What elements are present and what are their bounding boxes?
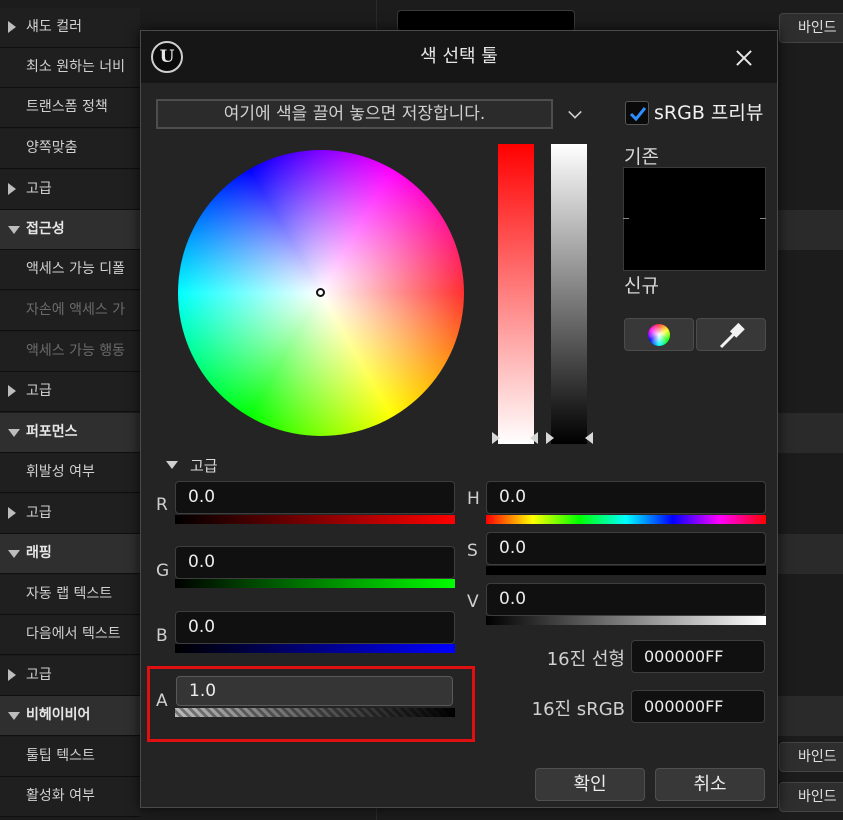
channel-g-label: G xyxy=(156,561,170,581)
category-behavior[interactable]: 비헤이비어 xyxy=(0,696,140,736)
value-slider-handle-left[interactable] xyxy=(546,432,554,444)
blue-value-field[interactable]: 0.0 xyxy=(175,611,455,644)
property-row-accessible-behavior: 액세스 가능 행동 xyxy=(0,332,140,372)
hue-channel-slider[interactable] xyxy=(486,515,766,524)
advanced-toggle-label[interactable]: 고급 xyxy=(190,455,218,476)
red-value-field[interactable]: 0.0 xyxy=(175,481,455,514)
preview-divider-tick xyxy=(760,218,766,219)
category-wrapping[interactable]: 래핑 xyxy=(0,534,140,574)
value-slider-handle-right[interactable] xyxy=(585,432,593,444)
new-color-label: 신규 xyxy=(624,275,659,297)
category-band xyxy=(776,413,843,453)
alpha-channel-slider[interactable] xyxy=(175,708,455,717)
channel-b-label: B xyxy=(156,626,168,646)
channel-s-label: S xyxy=(467,541,478,561)
property-list: 섀도 컬러 최소 원하는 너비 트랜스폼 정책 양쪽맞춤 고급 접근성 액세스 … xyxy=(0,0,140,820)
bind-button[interactable]: 바인드 xyxy=(779,782,843,812)
collapse-arrow-icon[interactable] xyxy=(8,429,20,437)
value-value-field[interactable]: 0.0 xyxy=(486,583,766,616)
category-band xyxy=(776,534,843,574)
hex-srgb-label: 16진 sRGB xyxy=(531,699,625,720)
value-slider[interactable] xyxy=(551,144,587,444)
expand-arrow-icon[interactable] xyxy=(8,21,16,33)
expand-arrow-icon[interactable] xyxy=(8,183,16,195)
alpha-gradient-overlay xyxy=(175,708,455,717)
value-channel-slider[interactable] xyxy=(486,616,766,625)
saturation-value-field[interactable]: 0.0 xyxy=(486,532,766,565)
hex-linear-field[interactable]: 000000FF xyxy=(631,640,765,673)
green-value-field[interactable]: 0.0 xyxy=(175,546,455,579)
expand-arrow-icon[interactable] xyxy=(8,669,16,681)
green-channel-slider[interactable] xyxy=(175,579,455,588)
ok-button[interactable]: 확인 xyxy=(535,768,645,801)
channel-h-label: H xyxy=(467,489,480,509)
hex-linear-label: 16진 선형 xyxy=(546,649,625,670)
color-wheel-selector[interactable] xyxy=(316,288,325,297)
property-row-min-desired-width[interactable]: 최소 원하는 너비 xyxy=(0,48,140,88)
color-wheel-icon xyxy=(648,324,670,346)
channel-r-label: R xyxy=(156,495,168,515)
property-row-children-accessible: 자손에 액세스 가 xyxy=(0,291,140,331)
alpha-value-field[interactable]: 1.0 xyxy=(176,676,453,706)
property-row-is-volatile[interactable]: 휘발성 여부 xyxy=(0,453,140,493)
srgb-preview-checkbox[interactable] xyxy=(625,101,649,125)
saturation-slider[interactable] xyxy=(498,144,534,444)
collapse-arrow-icon[interactable] xyxy=(8,712,20,720)
saturation-slider-handle-left[interactable] xyxy=(492,432,500,444)
property-row-advanced[interactable]: 고급 xyxy=(0,656,140,696)
chevron-down-icon[interactable] xyxy=(568,105,582,119)
unreal-logo-icon: U xyxy=(151,41,183,73)
expand-arrow-icon[interactable] xyxy=(8,507,16,519)
bind-button[interactable]: 바인드 xyxy=(779,742,843,772)
property-row-tooltip-text[interactable]: 툴팁 텍스트 xyxy=(0,737,140,777)
advanced-collapse-icon[interactable] xyxy=(166,461,178,469)
channel-a-label: A xyxy=(156,691,168,711)
property-row-wrap-text-at[interactable]: 다음에서 텍스트 xyxy=(0,615,140,655)
saturation-channel-slider[interactable] xyxy=(486,566,766,575)
property-row-shadow-color[interactable]: 섀도 컬러 xyxy=(0,8,140,48)
hue-value-field[interactable]: 0.0 xyxy=(486,481,766,514)
category-accessibility[interactable]: 접근성 xyxy=(0,210,140,250)
expand-arrow-icon[interactable] xyxy=(8,385,16,397)
collapse-arrow-icon[interactable] xyxy=(8,226,20,234)
shadow-color-swatch[interactable] xyxy=(397,10,575,32)
property-row-advanced[interactable]: 고급 xyxy=(0,170,140,210)
saturation-slider-handle-right[interactable] xyxy=(530,432,538,444)
collapse-arrow-icon[interactable] xyxy=(8,550,20,558)
category-band xyxy=(776,696,843,736)
property-row-transform-policy[interactable]: 트랜스폼 정책 xyxy=(0,88,140,128)
eyedropper-icon xyxy=(719,322,745,349)
blue-channel-slider[interactable] xyxy=(175,644,455,653)
dialog-title: 색 선택 툴 xyxy=(420,46,498,67)
property-row-advanced[interactable]: 고급 xyxy=(0,494,140,534)
checkmark-icon xyxy=(629,107,647,122)
category-performance[interactable]: 퍼포먼스 xyxy=(0,413,140,453)
category-band xyxy=(776,210,843,250)
old-color-label: 기존 xyxy=(624,146,659,168)
srgb-preview-label: sRGB 프리뷰 xyxy=(654,102,764,124)
color-wheel-mode-button[interactable] xyxy=(624,318,694,351)
red-channel-slider[interactable] xyxy=(175,515,455,524)
dialog-titlebar[interactable]: 색 선택 툴 U xyxy=(141,31,777,83)
eyedropper-button[interactable] xyxy=(696,318,766,351)
channel-v-label: V xyxy=(467,592,479,612)
close-icon[interactable] xyxy=(729,43,759,73)
color-picker-dialog: 색 선택 툴 U 여기에 색을 끌어 놓으면 저장합니다. sRGB 프리뷰 기… xyxy=(140,30,778,808)
cancel-button[interactable]: 취소 xyxy=(655,768,765,801)
property-row-auto-wrap-text[interactable]: 자동 랩 텍스트 xyxy=(0,575,140,615)
property-row-advanced[interactable]: 고급 xyxy=(0,372,140,412)
preview-divider-tick xyxy=(623,218,629,219)
hex-srgb-field[interactable]: 000000FF xyxy=(631,690,765,723)
property-row-justification[interactable]: 양쪽맞춤 xyxy=(0,129,140,169)
color-preview xyxy=(623,167,766,271)
property-row-accessible-default[interactable]: 액세스 가능 디폴 xyxy=(0,250,140,290)
bind-button[interactable]: 바인드 xyxy=(779,13,843,43)
property-row-is-enabled[interactable]: 활성화 여부 xyxy=(0,777,140,817)
color-theme-drop-zone[interactable]: 여기에 색을 끌어 놓으면 저장합니다. xyxy=(156,99,553,129)
